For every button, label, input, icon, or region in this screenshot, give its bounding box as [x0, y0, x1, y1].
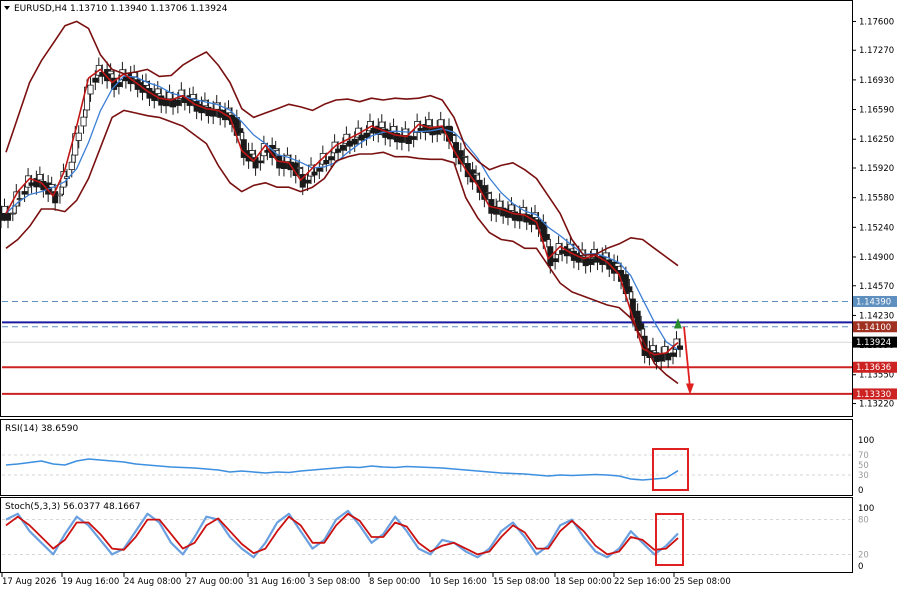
candle-body	[9, 212, 16, 215]
stoch-tick-label: 20	[858, 550, 869, 560]
candle-body	[304, 179, 311, 184]
time-tick-label: 3 Sep 08:00	[309, 577, 360, 587]
current-price-tag: 1.13924	[856, 338, 891, 348]
symbol-header: EURUSD,H4 1.13710 1.13940 1.13706 1.1392…	[14, 4, 228, 14]
price-tick-label: 1.14570	[859, 282, 894, 292]
candle-body	[508, 204, 515, 211]
stoch-tick-label: 80	[858, 516, 869, 526]
candle-body	[316, 167, 323, 172]
price-tick-label: 1.16590	[859, 106, 894, 116]
candle-body	[154, 88, 161, 94]
price-tick-label: 1.14230	[859, 311, 894, 321]
support-tag-1: 1.13636	[856, 363, 891, 373]
time-tick-label: 17 Aug 2026	[2, 577, 56, 587]
candle-body	[36, 173, 43, 181]
candle-body	[323, 160, 330, 165]
candle-body	[249, 150, 256, 155]
stoch-title: Stoch(5,3,3) 56.0377 48.1667	[5, 502, 140, 512]
candle-body	[296, 167, 303, 170]
price-tick-label: 1.13220	[859, 400, 894, 410]
price-pane[interactable]	[0, 0, 853, 417]
stoch-tick-label: 100	[858, 504, 874, 514]
candle-body	[378, 121, 385, 128]
candle-body	[272, 148, 279, 152]
time-tick-label: 22 Sep 16:00	[614, 577, 671, 587]
price-tick-label: 1.15580	[859, 194, 894, 204]
candle-body	[351, 138, 358, 145]
candle-body	[649, 345, 656, 352]
candle-body	[425, 119, 432, 126]
candle-body	[449, 133, 456, 136]
candle-body	[638, 323, 645, 330]
candle-body	[473, 172, 480, 176]
price-tick-label: 1.17270	[859, 46, 894, 56]
chart-canvas: 1.17600 1.17270 1.16930 1.16590 1.16250 1.159…	[0, 0, 897, 587]
candle-body	[552, 258, 559, 263]
time-tick-label: 19 Aug 16:00	[62, 577, 119, 587]
rsi-tick-label: 30	[858, 471, 869, 481]
rsi-title: RSI(14) 38.6590	[5, 424, 78, 434]
time-tick-label: 24 Aug 08:00	[124, 577, 181, 587]
stoch-tick-label: 0	[858, 562, 863, 572]
price-tick-label: 1.14900	[859, 253, 894, 263]
time-tick-label: 10 Sep 16:00	[430, 577, 487, 587]
candle-body	[257, 160, 264, 164]
rsi-tick-label: 70	[858, 451, 869, 461]
candle-body	[68, 161, 75, 170]
price-tick-label: 1.16930	[859, 76, 894, 86]
candle-body	[676, 345, 684, 350]
chart-window: 1.17600 1.17270 1.16930 1.16590 1.16250 1.159…	[0, 0, 900, 592]
candle-body	[107, 70, 114, 75]
candle-body	[75, 132, 82, 141]
price-tick-label: 1.15920	[859, 164, 894, 174]
candle-body	[311, 171, 318, 176]
candle-body	[461, 155, 468, 158]
time-tick-label: 31 Aug 16:00	[248, 577, 305, 587]
candle-body	[87, 84, 94, 95]
candle-body	[0, 212, 5, 221]
price-tick-label: 1.17600	[859, 17, 894, 27]
level-tag-dashed-2: 1.14100	[856, 323, 891, 333]
candle-body	[92, 77, 99, 83]
candle-body	[56, 193, 63, 197]
candle-body	[626, 286, 633, 293]
candle-body	[410, 136, 417, 140]
candle-body	[496, 200, 503, 208]
candle-body	[174, 99, 181, 106]
rsi-pane[interactable]	[0, 419, 853, 496]
rsi-tick-label: 0	[858, 486, 863, 496]
candle-body	[543, 234, 550, 240]
candle-body	[339, 144, 346, 151]
candle-body	[669, 352, 677, 357]
candle-body	[363, 132, 370, 139]
time-tick-label: 15 Sep 08:00	[493, 577, 550, 587]
price-tick-label: 1.15240	[859, 223, 894, 233]
candle-body	[587, 258, 594, 265]
time-tick-label: 8 Sep 00:00	[369, 577, 420, 587]
time-tick-label: 25 Sep 08:00	[674, 577, 731, 587]
candle-body	[328, 156, 335, 161]
support-tag-2: 1.13330	[856, 390, 891, 400]
time-tick-label: 27 Aug 00:00	[186, 577, 243, 587]
candle-body	[237, 128, 244, 133]
level-tag-dashed-1: 1.14390	[856, 297, 891, 307]
rsi-tick-label: 50	[858, 461, 869, 471]
candle-body	[21, 191, 28, 195]
candle-body	[80, 116, 87, 127]
candle-body	[484, 192, 491, 194]
rsi-tick-label: 100	[858, 436, 874, 446]
price-tick-label: 1.16250	[859, 135, 894, 145]
time-tick-label: 18 Sep 00:00	[555, 577, 612, 587]
candle-body	[658, 354, 665, 362]
